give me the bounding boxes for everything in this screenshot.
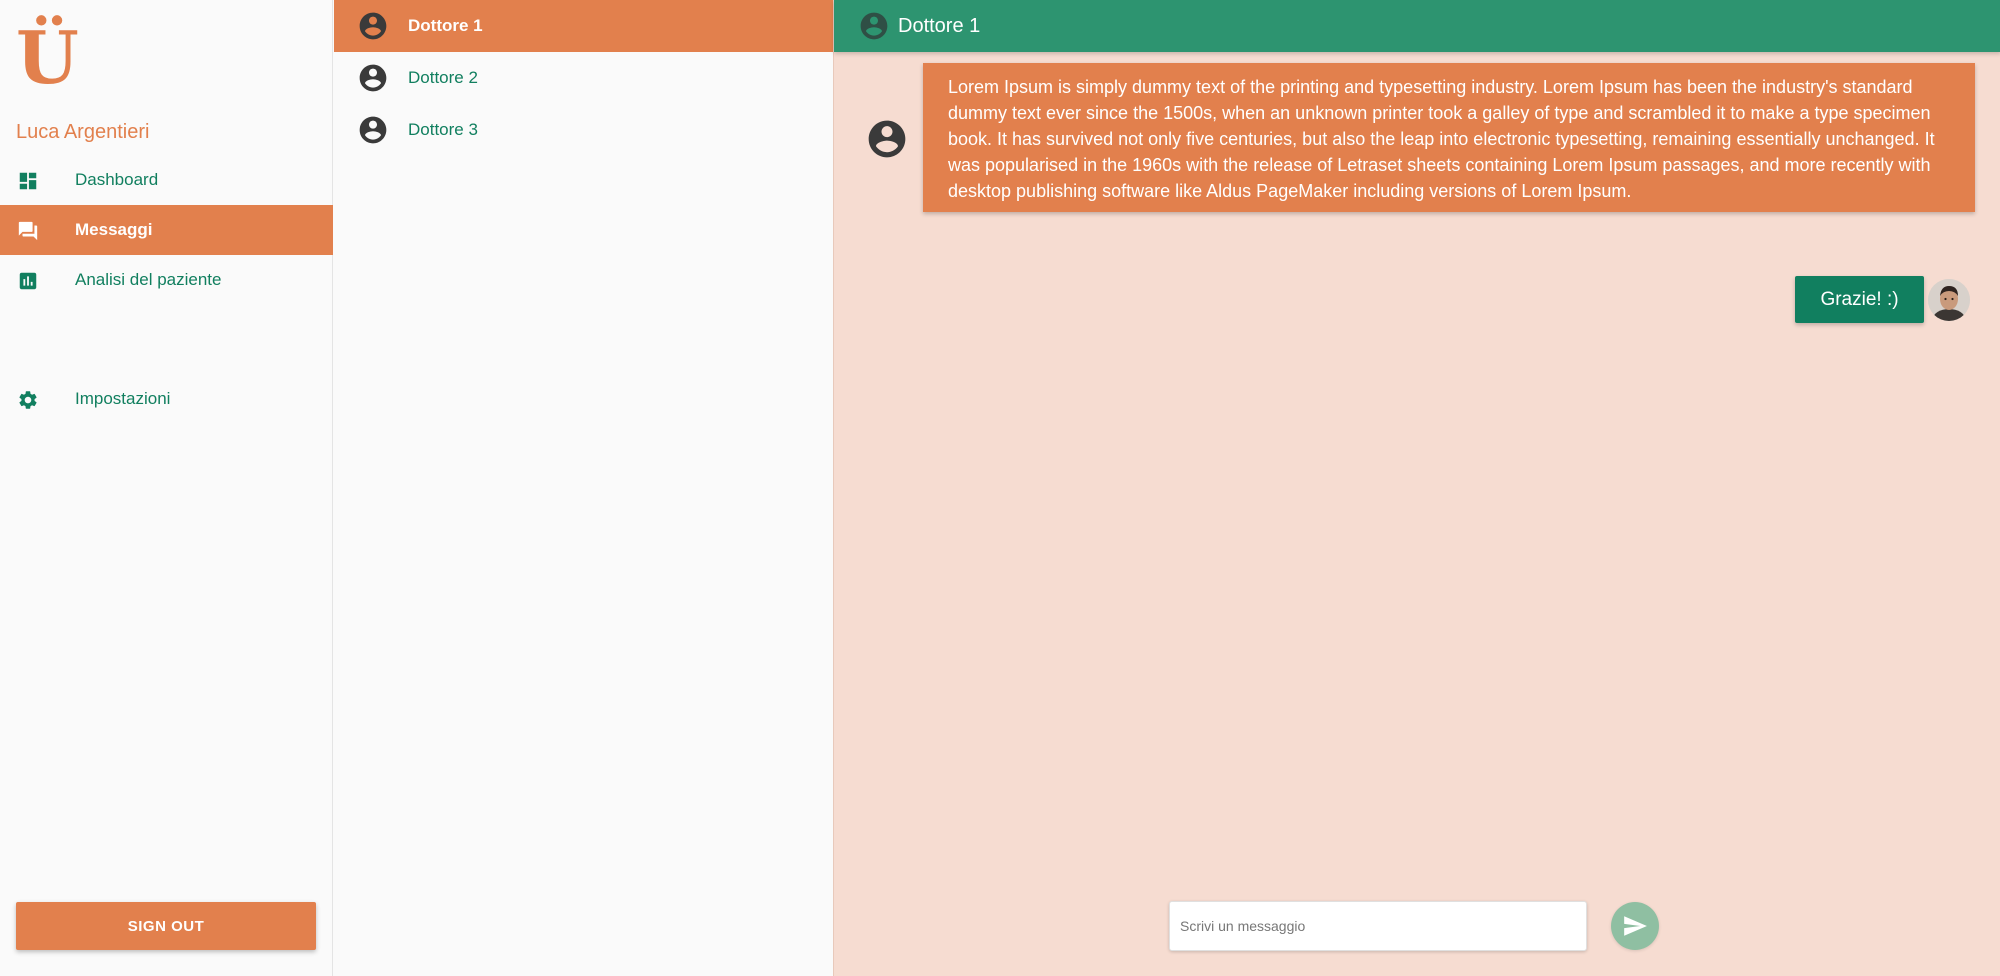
account-circle-icon <box>868 120 906 158</box>
contact-item-dottore-1[interactable]: Dottore 1 <box>334 0 833 52</box>
sidebar-item-label: Dashboard <box>75 170 159 189</box>
outgoing-message-bubble: Grazie! :) <box>1795 276 1924 323</box>
sidebar-item-dashboard[interactable]: Dashboard <box>0 155 333 205</box>
dashboard-icon <box>19 172 37 190</box>
contact-name: Dottore 2 <box>408 68 478 87</box>
contact-name: Dottore 1 <box>408 16 483 35</box>
gear-icon <box>19 391 37 409</box>
avatar <box>1928 279 1970 321</box>
chat-header-name: Dottore 1 <box>898 15 981 37</box>
contact-list: Dottore 1 Dottore 2 Dottore 3 <box>334 0 833 976</box>
account-circle-icon <box>359 64 387 92</box>
sidebar: Ü Luca Argentieri Dashboard Messaggi Ana… <box>0 0 333 976</box>
contact-item-dottore-2[interactable]: Dottore 2 <box>334 52 833 104</box>
forum-icon <box>18 221 38 241</box>
send-icon <box>1624 916 1647 936</box>
sidebar-item-impostazioni[interactable]: Impostazioni <box>0 374 333 424</box>
account-circle-icon <box>359 116 387 144</box>
sidebar-item-analisi[interactable]: Analisi del paziente <box>0 255 333 305</box>
user-photo-icon <box>1928 279 1970 321</box>
sidebar-item-label: Analisi del paziente <box>75 270 222 289</box>
user-name: Luca Argentieri <box>16 121 150 143</box>
send-button[interactable] <box>1611 902 1659 950</box>
account-circle-icon <box>359 12 387 40</box>
incoming-message-bubble: Lorem Ipsum is simply dummy text of the … <box>923 63 1975 212</box>
app-logo: Ü <box>16 15 79 100</box>
account-circle-icon <box>860 12 888 40</box>
message-input[interactable] <box>1169 901 1587 951</box>
sidebar-item-messaggi[interactable]: Messaggi <box>0 205 333 255</box>
contact-item-dottore-3[interactable]: Dottore 3 <box>334 104 833 156</box>
sidebar-item-label: Messaggi <box>75 220 153 239</box>
sidebar-item-label: Impostazioni <box>75 389 171 408</box>
sign-out-button[interactable]: SIGN OUT <box>16 902 316 950</box>
bar-chart-icon <box>19 272 37 290</box>
contact-name: Dottore 3 <box>408 120 478 139</box>
chat-header: Dottore 1 <box>834 0 2000 52</box>
chat-panel: Dottore 1 Lorem Ipsum is simply dummy te… <box>833 0 2000 976</box>
